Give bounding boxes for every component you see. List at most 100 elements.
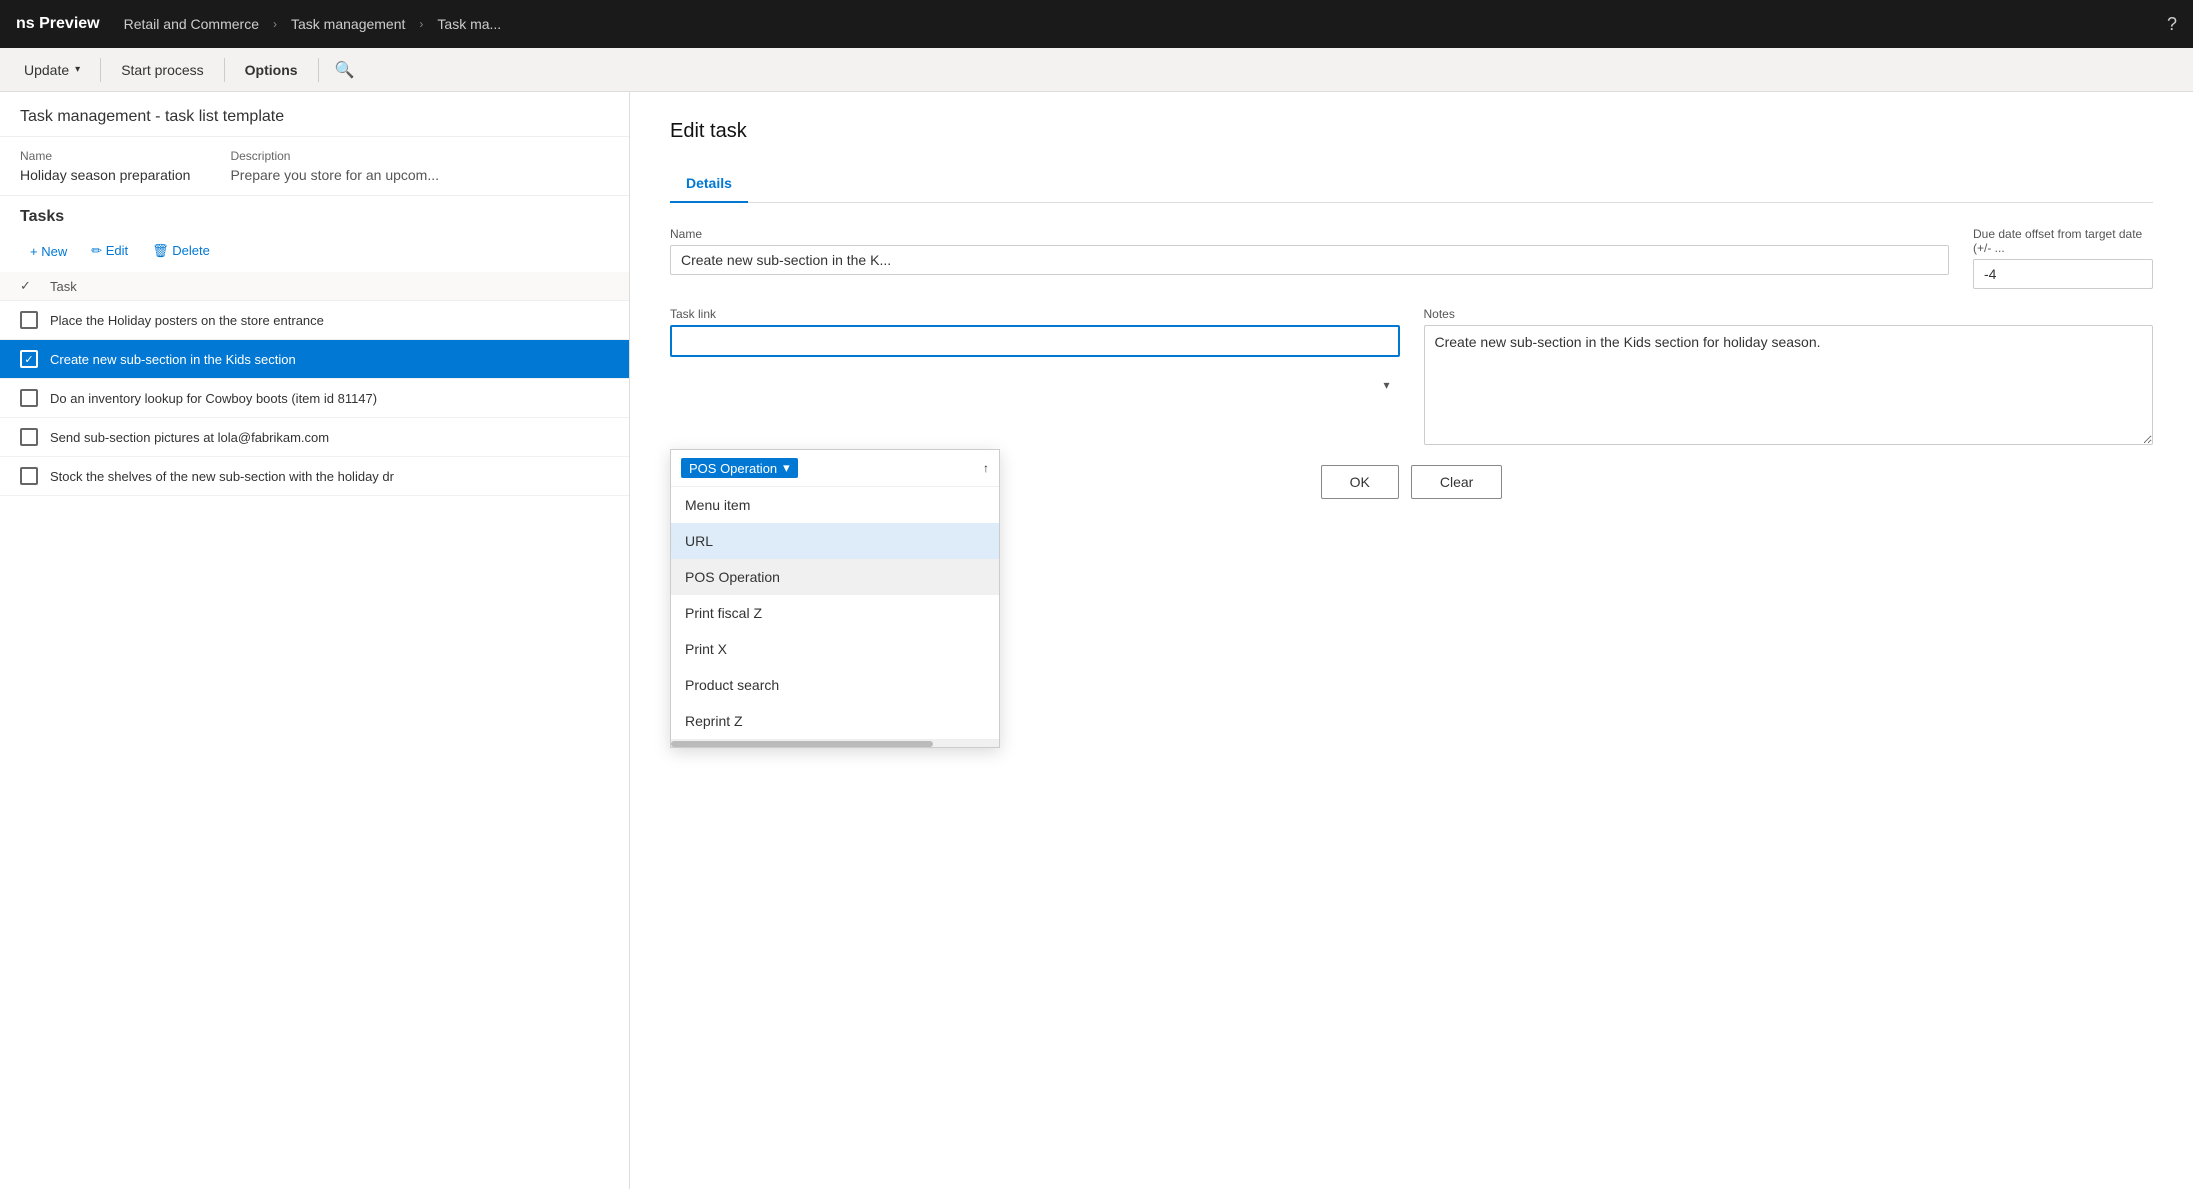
description-label: Description (230, 149, 439, 163)
clear-button[interactable]: Clear (1411, 465, 1502, 499)
left-panel: Task management - task list template Nam… (0, 92, 630, 1189)
app-name: ns Preview (16, 15, 100, 33)
dropdown-search-row: POS Operation ▾ ↑ (671, 450, 999, 487)
name-input[interactable] (670, 245, 1949, 275)
notes-form-group: Notes Create new sub-section in the Kids… (1424, 307, 2154, 445)
tabs: Details (670, 167, 2153, 203)
ok-button[interactable]: OK (1321, 465, 1399, 499)
due-date-input[interactable] (1973, 259, 2153, 289)
task-checkbox-3[interactable] (20, 389, 38, 407)
delete-button[interactable]: 🗑 Delete (142, 238, 220, 264)
dropdown-item-print-x[interactable]: Print X (671, 631, 999, 667)
task-link-select[interactable] (670, 325, 1400, 357)
new-button[interactable]: + New (20, 239, 77, 264)
toolbar-sep-1 (100, 58, 101, 82)
breadcrumb-sep-1: › (273, 17, 277, 31)
task-list: ✓ Task Place the Holiday posters on the … (0, 272, 629, 1189)
task-col-header: Task (50, 279, 609, 294)
task-link-dropdown-popup: POS Operation ▾ ↑ Menu item (670, 449, 1000, 748)
task-name-5: Stock the shelves of the new sub-section… (50, 469, 394, 484)
dropdown-item-label: Menu item (685, 497, 750, 513)
notes-textarea[interactable]: Create new sub-section in the Kids secti… (1424, 325, 2154, 445)
task-row-5[interactable]: Stock the shelves of the new sub-section… (0, 457, 629, 496)
task-checkbox-4[interactable] (20, 428, 38, 446)
task-checkbox-1[interactable] (20, 311, 38, 329)
main-content: Task management - task list template Nam… (0, 92, 2193, 1189)
tab-details[interactable]: Details (670, 167, 748, 203)
dropdown-scroll-bar[interactable] (671, 739, 999, 747)
update-dropdown[interactable]: Update ▾ (12, 56, 92, 84)
task-checkbox-5[interactable] (20, 467, 38, 485)
breadcrumb-task-mgmt[interactable]: Task management (291, 16, 405, 32)
task-link-chevron-icon: ▾ (1383, 378, 1389, 392)
dropdown-item-label: Reprint Z (685, 713, 743, 729)
task-link-wrapper: ▾ POS Operation ▾ ↑ (670, 325, 1400, 445)
dropdown-item-product-search[interactable]: Product search (671, 667, 999, 703)
help-icon[interactable]: ? (2167, 14, 2177, 35)
task-row-4[interactable]: Send sub-section pictures at lola@fabrik… (0, 418, 629, 457)
fields-row: Name Holiday season preparation Descript… (0, 137, 629, 196)
name-form-group: Name (670, 227, 1949, 289)
task-row[interactable]: Place the Holiday posters on the store e… (0, 301, 629, 340)
edit-task-title: Edit task (670, 120, 2153, 143)
dropdown-selected-tag[interactable]: POS Operation ▾ (681, 458, 798, 478)
notes-label: Notes (1424, 307, 2154, 321)
task-checkbox-2[interactable]: ✓ (20, 350, 38, 368)
dropdown-item-print-fiscal-z[interactable]: Print fiscal Z (671, 595, 999, 631)
dropdown-up-arrow-icon[interactable]: ↑ (983, 461, 989, 475)
description-value: Prepare you store for an upcom... (230, 167, 439, 183)
due-date-form-group: Due date offset from target date (+/- ..… (1973, 227, 2153, 289)
toolbar-sep-3 (318, 58, 319, 82)
breadcrumb-task-ma[interactable]: Task ma... (437, 16, 501, 32)
description-field-group: Description Prepare you store for an upc… (230, 149, 439, 183)
start-process-button[interactable]: Start process (109, 56, 215, 84)
dropdown-scroll-thumb (671, 741, 933, 747)
name-form-label: Name (670, 227, 1949, 241)
dropdown-item-pos-operation[interactable]: POS Operation (671, 559, 999, 595)
dropdown-item-url[interactable]: URL (671, 523, 999, 559)
task-link-row: Task link ▾ POS Operation (670, 307, 2153, 445)
dropdown-chevron-icon: ▾ (783, 460, 790, 476)
start-process-label: Start process (121, 62, 203, 78)
task-row-3[interactable]: Do an inventory lookup for Cowboy boots … (0, 379, 629, 418)
tasks-header: Tasks (0, 196, 629, 234)
task-list-header: ✓ Task (0, 272, 629, 301)
dropdown-item-reprint-z[interactable]: Reprint Z (671, 703, 999, 739)
breadcrumb-retail[interactable]: Retail and Commerce (124, 16, 259, 32)
top-nav: ns Preview Retail and Commerce › Task ma… (0, 0, 2193, 48)
due-date-label: Due date offset from target date (+/- ..… (1973, 227, 2153, 255)
dropdown-item-label: Print fiscal Z (685, 605, 762, 621)
app-container: ns Preview Retail and Commerce › Task ma… (0, 0, 2193, 1189)
search-icon[interactable]: 🔍 (335, 60, 355, 80)
tasks-section: Tasks + New ✏ Edit 🗑 Delete ✓ Task (0, 196, 629, 1189)
tasks-toolbar: + New ✏ Edit 🗑 Delete (0, 234, 629, 272)
update-chevron: ▾ (75, 64, 80, 75)
update-button[interactable]: Update ▾ (12, 56, 92, 84)
right-panel: Edit task Details Name Due date offset f… (630, 92, 2193, 1189)
dropdown-selected-label: POS Operation (689, 461, 777, 476)
dropdown-item-menu-item[interactable]: Menu item (671, 487, 999, 523)
task-name-4: Send sub-section pictures at lola@fabrik… (50, 430, 329, 445)
task-name-1: Place the Holiday posters on the store e… (50, 313, 324, 328)
breadcrumb-sep-2: › (419, 17, 423, 31)
name-field-group: Name Holiday season preparation (20, 149, 190, 183)
task-name-3: Do an inventory lookup for Cowboy boots … (50, 391, 377, 406)
task-row-selected[interactable]: ✓ Create new sub-section in the Kids sec… (0, 340, 629, 379)
task-check-col: ✓ (20, 278, 50, 294)
task-link-label: Task link (670, 307, 1400, 321)
options-label: Options (245, 62, 298, 78)
update-label: Update (24, 62, 69, 78)
toolbar-sep-2 (224, 58, 225, 82)
name-value: Holiday season preparation (20, 167, 190, 183)
toolbar: Update ▾ Start process Options 🔍 (0, 48, 2193, 92)
options-button[interactable]: Options (233, 56, 310, 84)
edit-button[interactable]: ✏ Edit (81, 238, 138, 264)
dropdown-item-label: URL (685, 533, 713, 549)
check-icon: ✓ (20, 278, 31, 293)
dropdown-item-label: Print X (685, 641, 727, 657)
page-title: Task management - task list template (20, 108, 609, 126)
task-link-form-group: Task link ▾ POS Operation (670, 307, 1400, 445)
task-name-2: Create new sub-section in the Kids secti… (50, 352, 296, 367)
dropdown-item-label: POS Operation (685, 569, 780, 585)
name-label: Name (20, 149, 190, 163)
